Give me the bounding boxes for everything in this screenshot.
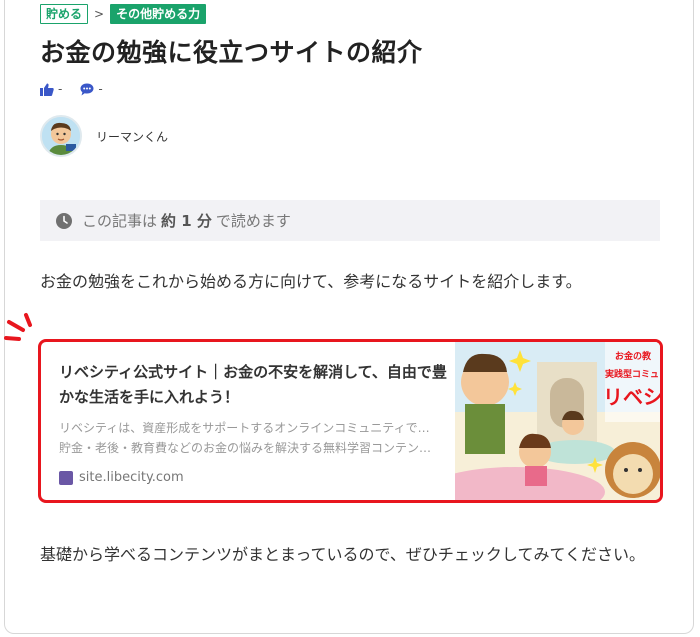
- page-title: お金の勉強に役立つサイトの紹介: [40, 38, 423, 67]
- read-time-suffix: で読めます: [215, 212, 291, 230]
- link-card[interactable]: リベシティ公式サイト｜お金の不安を解消して、自由で豊かな生活を手に入れよう！ リ…: [38, 339, 663, 503]
- link-card-site: site.libecity.com: [59, 470, 455, 485]
- like-button[interactable]: -: [40, 82, 62, 96]
- link-card-description-line-2: 貯金・老後・教育費などのお金の悩みを解決する無料学習コンテン…: [59, 441, 432, 455]
- read-time-prefix: この記事は: [82, 212, 158, 230]
- thumbs-up-icon: [40, 83, 54, 96]
- comment-button[interactable]: -: [80, 82, 103, 96]
- link-card-body: リベシティ公式サイト｜お金の不安を解消して、自由で豊かな生活を手に入れよう！ リ…: [41, 342, 455, 500]
- comment-count: -: [98, 82, 103, 96]
- clock-icon: [56, 212, 72, 229]
- intro-paragraph: お金の勉強をこれから始める方に向けて、参考になるサイトを紹介します。: [40, 272, 582, 291]
- breadcrumb: 貯める > その他貯める力: [40, 4, 207, 24]
- avatar[interactable]: [40, 115, 82, 157]
- author-name[interactable]: リーマンくん: [96, 128, 168, 145]
- comment-icon: [80, 83, 94, 95]
- thumbnail-illustration: お金の教 実践型コミュ リベシ: [425, 342, 660, 500]
- breadcrumb-separator: >: [94, 7, 105, 21]
- thumbnail-text-mid: 実践型コミュ: [605, 368, 659, 380]
- breadcrumb-subcategory[interactable]: その他貯める力: [110, 4, 207, 24]
- link-card-thumbnail[interactable]: お金の教 実践型コミュ リベシ: [425, 342, 660, 500]
- read-time-box: この記事は 約 1 分 で読めます: [40, 200, 660, 241]
- site-favicon-icon: [59, 470, 73, 485]
- avatar-illustration: [42, 117, 80, 155]
- link-card-title[interactable]: リベシティ公式サイト｜お金の不安を解消して、自由で豊かな生活を手に入れよう！: [59, 360, 455, 410]
- attention-burst-icon: [4, 313, 32, 341]
- thumbnail-text-top: お金の教: [615, 350, 652, 362]
- link-card-site-url: site.libecity.com: [79, 470, 184, 485]
- author-info[interactable]: リーマンくん: [40, 115, 168, 157]
- outro-paragraph: 基礎から学べるコンテンツがまとまっているので、ぜひチェックしてみてください。: [40, 545, 645, 564]
- breadcrumb-category[interactable]: 貯める: [40, 4, 89, 24]
- reaction-bar: - -: [40, 82, 103, 96]
- link-card-description-line-1: リベシティは、資産形成をサポートするオンラインコミュニティです。: [59, 421, 439, 435]
- read-time-amount: 約 1 分: [161, 212, 212, 230]
- thumbnail-logo-text: リベシ: [603, 385, 660, 409]
- like-count: -: [58, 82, 63, 96]
